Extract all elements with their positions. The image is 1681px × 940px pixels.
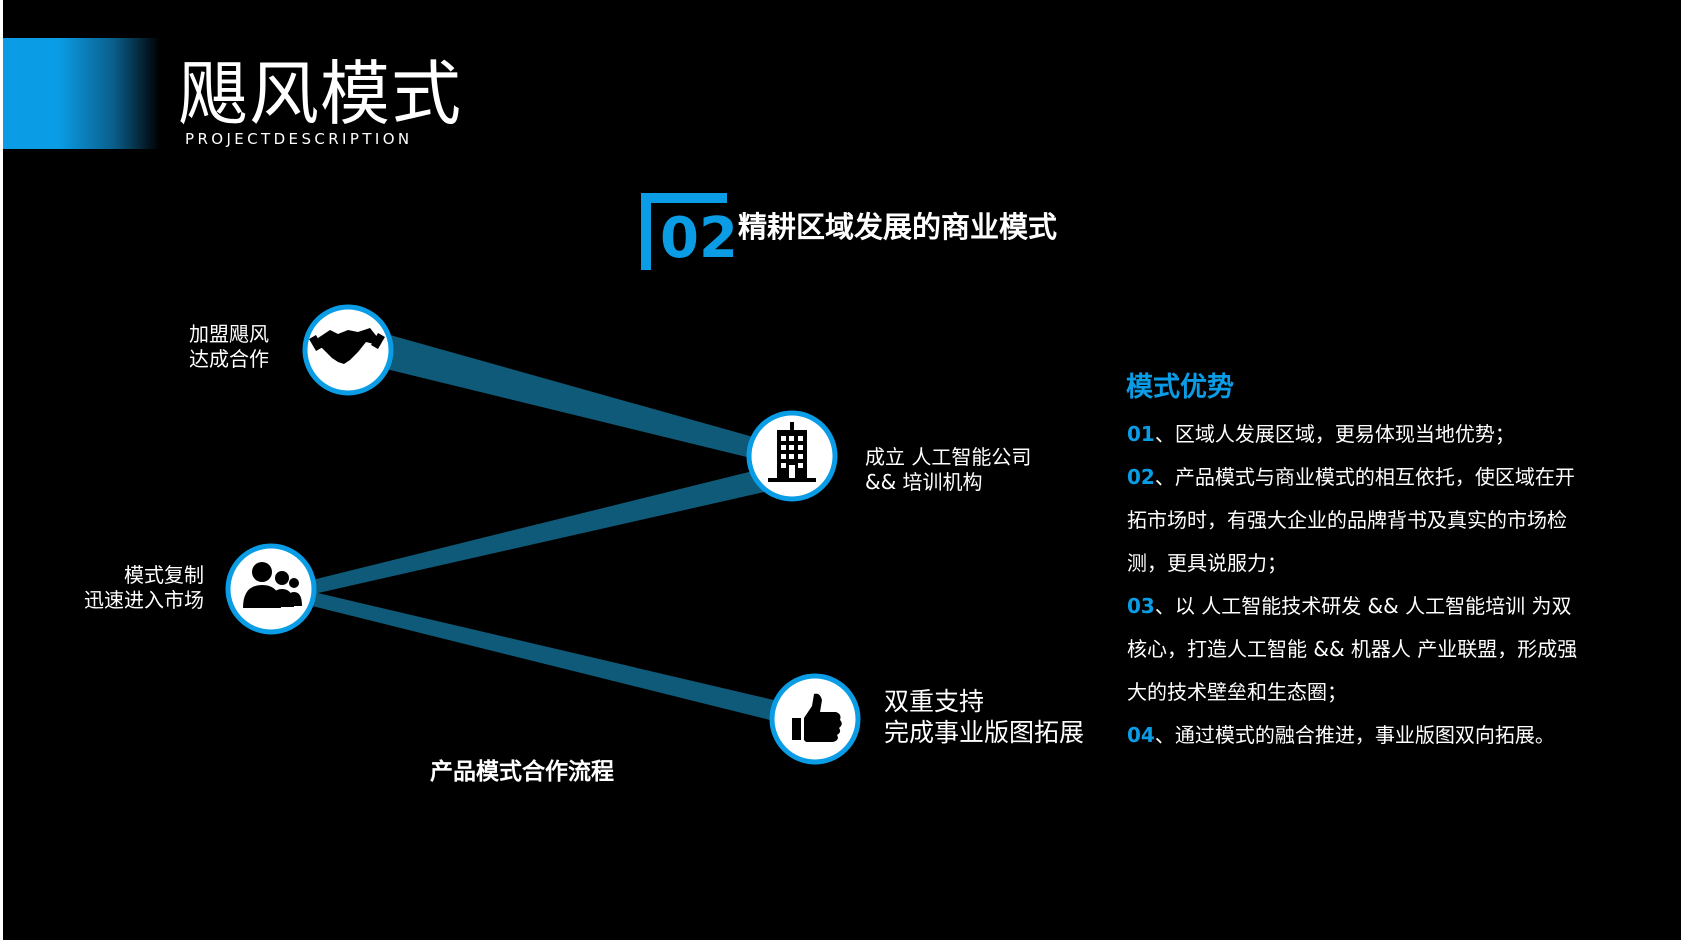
label-people-line2: 迅速进入市场 [84, 588, 204, 612]
node-building [746, 410, 838, 502]
advantage-text: 、产品模式与商业模式的相互依托，使区域在开 [1154, 465, 1575, 489]
advantage-line: 核心，打造人工智能 && 机器人 产业联盟，形成强 [1127, 628, 1627, 671]
advantage-line: 02、产品模式与商业模式的相互依托，使区域在开 [1127, 456, 1627, 499]
beam-people-to-thumbs [300, 590, 795, 725]
node-people [225, 543, 317, 635]
label-handshake-line1: 加盟飓风 [189, 322, 269, 346]
advantage-text: 拓市场时，有强大企业的品牌背书及真实的市场检 [1127, 508, 1567, 532]
advantage-text: 、区域人发展区域，更易体现当地优势； [1154, 422, 1515, 446]
advantage-text: 测，更具说服力； [1127, 551, 1287, 575]
flow-caption: 产品模式合作流程 [430, 759, 614, 785]
advantage-line: 大的技术壁垒和生态圈； [1127, 671, 1627, 714]
node-thumbs [769, 673, 861, 765]
label-thumbs-line2: 完成事业版图拓展 [884, 718, 1085, 747]
advantage-line: 04、通过模式的融合推进，事业版图双向拓展。 [1127, 714, 1627, 757]
label-building-line2: && 培训机构 [865, 470, 983, 494]
advantage-number: 01 [1127, 422, 1155, 446]
advantage-text: 核心，打造人工智能 && 机器人 产业联盟，形成强 [1127, 637, 1578, 661]
node-handshake [302, 304, 394, 396]
label-handshake-line2: 达成合作 [189, 347, 269, 371]
advantage-line: 03、以 人工智能技术研发 && 人工智能培训 为双 [1127, 585, 1627, 628]
advantage-number: 03 [1127, 594, 1155, 618]
advantages-heading: 模式优势 [1126, 372, 1234, 403]
beam-handshake-to-building [382, 335, 764, 460]
advantage-text: 大的技术壁垒和生态圈； [1127, 680, 1347, 704]
advantage-number: 02 [1127, 465, 1155, 489]
advantage-line: 测，更具说服力； [1127, 542, 1627, 585]
slide: 飓风模式 PROJECTDESCRIPTION 02 精耕区域发展的商业模式 加… [0, 0, 1681, 940]
advantage-number: 04 [1127, 723, 1155, 747]
advantage-line: 拓市场时，有强大企业的品牌背书及真实的市场检 [1127, 499, 1627, 542]
advantages-list: 01、区域人发展区域，更易体现当地优势； 02、产品模式与商业模式的相互依托，使… [1127, 413, 1627, 757]
label-building-line1: 成立 人工智能公司 [865, 445, 1032, 469]
label-handshake: 加盟飓风 达成合作 [189, 322, 269, 372]
beam-people-to-building [300, 468, 773, 596]
label-people-line1: 模式复制 [124, 563, 204, 587]
advantage-text: 、通过模式的融合推进，事业版图双向拓展。 [1154, 723, 1555, 747]
label-thumbs-line1: 双重支持 [884, 687, 985, 716]
label-people: 模式复制 迅速进入市场 [78, 563, 204, 613]
label-building: 成立 人工智能公司 && 培训机构 [865, 445, 1031, 495]
advantage-text: 、以 人工智能技术研发 && 人工智能培训 为双 [1154, 594, 1572, 618]
advantage-line: 01、区域人发展区域，更易体现当地优势； [1127, 413, 1627, 456]
label-thumbs: 双重支持 完成事业版图拓展 [884, 686, 1084, 748]
